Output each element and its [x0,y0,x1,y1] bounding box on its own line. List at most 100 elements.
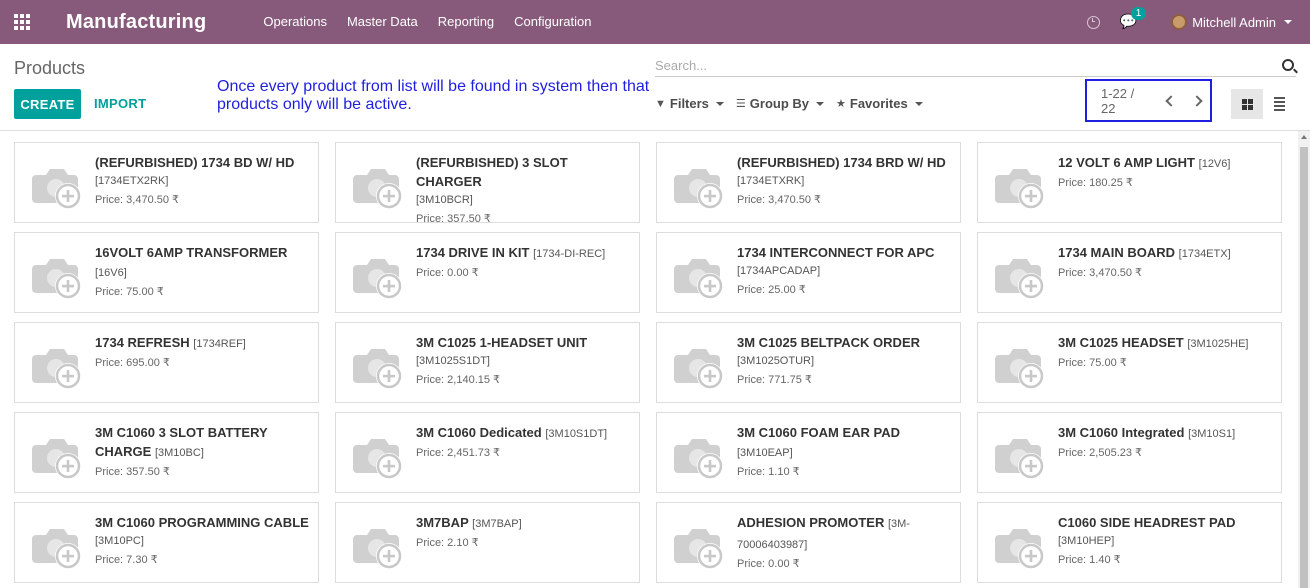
favorites-button[interactable]: ★ Favorites [836,96,923,111]
create-button[interactable]: CREATE [14,89,81,119]
product-image-placeholder-icon [672,521,724,571]
caret-down-icon [816,101,825,106]
avatar [1171,14,1188,30]
product-card[interactable]: C1060 SIDE HEADREST PAD [3M10HEP] Price: 1… [977,502,1282,583]
menu-item-reporting[interactable]: Reporting [428,0,504,44]
product-price: Price: 2,140.15 ₹ [416,374,501,386]
menu-item-operations[interactable]: Operations [253,0,337,44]
product-code: [1734-DI-REC] [533,248,606,260]
product-image-placeholder-icon [30,161,82,211]
user-menu[interactable]: Mitchell Admin [1171,14,1292,30]
product-card[interactable]: 3M C1060 Integrated [3M10S1] Price: 2,505… [977,412,1282,493]
product-price: Price: 2,451.73 ₹ [416,447,501,459]
product-price: Price: 3,470.50 ₹ [1058,267,1143,279]
product-card[interactable]: 3M C1060 3 SLOT BATTERY CHARGE [3M10BC] P… [14,412,319,493]
group-by-button[interactable]: ☰ Group By [735,96,825,111]
search-input[interactable] [655,55,1255,75]
product-code: [3M10S1DT] [545,428,608,440]
scroll-up-icon[interactable] [1301,135,1307,139]
apps-menu-icon[interactable] [0,0,44,44]
import-button[interactable]: IMPORT [94,89,146,119]
product-card[interactable]: 3M C1025 BELTPACK ORDER [3M1025OTUR] Price… [656,322,961,403]
product-card[interactable]: 1734 DRIVE IN KIT [1734-DI-REC] Price: 0.… [335,232,640,313]
product-code: [1734ETX] [1178,248,1231,260]
product-card[interactable]: 16VOLT 6AMP TRANSFORMER [16V6] Price: 75.… [14,232,319,313]
product-name: 16VOLT 6AMP TRANSFORMER [16V6] [95,245,288,279]
product-image-placeholder-icon [993,341,1045,391]
product-name: 3M C1025 1-HEADSET UNIT [416,335,588,350]
product-image-placeholder-icon [672,341,724,391]
scrollbar[interactable] [1298,131,1310,588]
search-icon[interactable] [1282,59,1294,71]
product-name: 1734 INTERCONNECT FOR APC [737,245,935,260]
product-code: [3M10HEP] [1058,535,1115,547]
product-price: Price: 75.00 ₹ [1058,357,1127,369]
product-card[interactable]: 1734 REFRESH [1734REF] Price: 695.00 ₹ [14,322,319,403]
product-price: Price: 771.75 ₹ [737,374,812,386]
product-code: [3M1025OTUR] [737,355,815,367]
product-name: 3M C1060 Dedicated [3M10S1DT] [416,425,608,440]
scrollbar-thumb[interactable] [1300,147,1308,588]
bars-icon: ☰ [735,98,746,110]
kanban-view: (REFURBISHED) 1734 BD W/ HD [1734ETX2RK] P… [0,131,1298,588]
product-card[interactable]: 3M C1060 Dedicated [3M10S1DT] Price: 2,45… [335,412,640,493]
product-card[interactable]: (REFURBISHED) 1734 BD W/ HD [1734ETX2RK] P… [14,142,319,223]
product-name: 3M C1060 FOAM EAR PAD [3M10EAP] [737,425,901,459]
star-icon: ★ [836,98,846,110]
product-image-placeholder-icon [672,251,724,301]
product-price: Price: 1.40 ₹ [1058,554,1121,566]
product-name: 3M C1060 PROGRAMMING CABLE [95,515,309,530]
product-code: [3M1025HE] [1187,338,1249,350]
product-name: (REFURBISHED) 1734 BD W/ HD [95,155,295,170]
menu-item-configuration[interactable]: Configuration [504,0,601,44]
product-card[interactable]: 1734 INTERCONNECT FOR APC [1734APCADAP] Pr… [656,232,961,313]
product-card[interactable]: 12 VOLT 6 AMP LIGHT [12V6] Price: 180.25 … [977,142,1282,223]
product-info: 1734 REFRESH [1734REF] Price: 695.00 ₹ [95,333,310,372]
product-card[interactable]: ADHESION PROMOTER [3M-70006403987] Price:… [656,502,961,583]
product-card[interactable]: 1734 MAIN BOARD [1734ETX] Price: 3,470.50… [977,232,1282,313]
product-code: [3M7BAP] [472,518,522,530]
product-card[interactable]: 3M C1025 HEADSET [3M1025HE] Price: 75.00 … [977,322,1282,403]
product-price: Price: 3,470.50 ₹ [737,194,822,206]
product-card[interactable]: (REFURBISHED) 3 SLOT CHARGER [3M10BCR] Pri… [335,142,640,225]
product-info: 1734 INTERCONNECT FOR APC [1734APCADAP] Pr… [737,243,952,299]
list-icon [1273,97,1285,111]
list-view-button[interactable] [1263,89,1295,119]
kanban-view-button[interactable] [1231,89,1263,119]
chat-count-badge: 1 [1130,7,1147,20]
filters-button[interactable]: ▼ Filters [655,96,724,111]
product-code: [3M10BC] [154,447,204,459]
pager-value[interactable]: 1-22 / 22 [1101,86,1140,116]
product-price: Price: 2.10 ₹ [416,537,479,549]
product-card[interactable]: 3M C1060 FOAM EAR PAD [3M10EAP] Price: 1.… [656,412,961,493]
product-card[interactable]: 3M C1025 1-HEADSET UNIT [3M1025S1DT] Price… [335,322,640,403]
product-code: [1734ETXRK] [737,175,805,187]
search-options: ▼ Filters ☰ Group By ★ Favorites [655,96,935,111]
product-card[interactable]: 3M7BAP [3M7BAP] Price: 2.10 ₹ [335,502,640,583]
group-by-label: Group By [749,96,810,111]
menu-item-master-data[interactable]: Master Data [337,0,428,44]
product-info: 3M C1025 1-HEADSET UNIT [3M1025S1DT] Price… [416,333,631,389]
product-image-placeholder-icon [351,161,403,211]
product-image-placeholder-icon [993,251,1045,301]
product-card[interactable]: 3M C1060 PROGRAMMING CABLE [3M10PC] Price:… [14,502,319,583]
product-price: Price: 1.10 ₹ [737,466,800,478]
product-info: 3M C1025 BELTPACK ORDER [3M1025OTUR] Price… [737,333,952,389]
product-grid: (REFURBISHED) 1734 BD W/ HD [1734ETX2RK] P… [14,142,1282,583]
messaging-menu[interactable]: 💬 1 [1120,7,1147,31]
product-price: Price: 25.00 ₹ [737,284,806,296]
activity-clock-icon[interactable] [1086,15,1100,29]
chevron-right-icon[interactable] [1191,94,1203,107]
product-name: ADHESION PROMOTER [3M-70006403987] [737,515,910,551]
product-code: [3M10BCR] [416,194,473,206]
product-info: 16VOLT 6AMP TRANSFORMER [16V6] Price: 75.… [95,243,310,301]
chevron-left-icon[interactable] [1165,94,1177,107]
product-info: 3M C1060 Integrated [3M10S1] Price: 2,505… [1058,423,1273,462]
product-info: 3M C1025 HEADSET [3M1025HE] Price: 75.00 … [1058,333,1273,372]
product-code: [3M10PC] [95,535,144,547]
product-card[interactable]: (REFURBISHED) 1734 BRD W/ HD [1734ETXRK] P… [656,142,961,223]
breadcrumb: Products [14,58,86,78]
product-image-placeholder-icon [30,341,82,391]
caret-down-icon [715,101,724,106]
product-image-placeholder-icon [351,251,403,301]
